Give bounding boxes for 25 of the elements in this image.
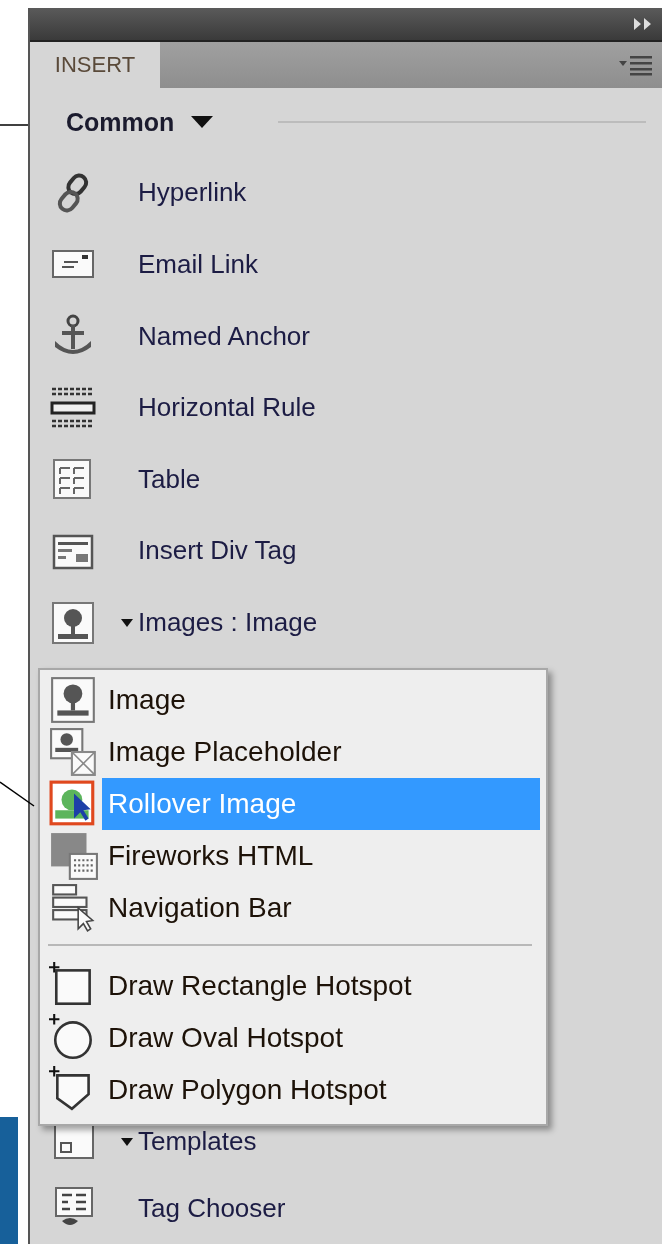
insert-item[interactable]: Templates	[138, 1122, 257, 1162]
menu-item[interactable]: Draw Rectangle Hotspot	[102, 960, 540, 1012]
image-icon[interactable]	[50, 599, 96, 646]
insert-item[interactable]: Insert Div Tag	[138, 531, 297, 571]
menu-item[interactable]: Image Placeholder	[102, 726, 540, 778]
menu-item[interactable]: Draw Oval Hotspot	[102, 1012, 540, 1064]
leader-line	[0, 781, 35, 807]
caret-icon[interactable]	[120, 1136, 134, 1147]
insert-item[interactable]: Horizontal Rule	[138, 388, 316, 428]
insert-item[interactable]: Tag Chooser	[138, 1188, 286, 1228]
insert-item[interactable]: Named Anchor	[138, 316, 310, 356]
menu-item[interactable]: Navigation Bar	[102, 882, 540, 934]
insert-item[interactable]: Email Link	[138, 245, 258, 285]
caret-icon[interactable]	[120, 617, 134, 628]
options-menu-icon[interactable]	[618, 53, 654, 76]
leader-line	[0, 124, 29, 126]
menu-item[interactable]: Draw Polygon Hotspot	[102, 1064, 540, 1116]
caret-icon[interactable]	[190, 115, 215, 130]
menu-item[interactable]: Image	[102, 674, 540, 726]
insert-item[interactable]: Images : Image	[138, 603, 318, 642]
panel-tab[interactable]: INSERT	[30, 41, 160, 88]
insert-item[interactable]: Hyperlink	[138, 173, 247, 213]
category-label[interactable]: Common	[66, 103, 175, 142]
insert-item[interactable]: Table	[138, 459, 201, 499]
menu-item[interactable]: Fireworks HTML	[102, 830, 540, 882]
